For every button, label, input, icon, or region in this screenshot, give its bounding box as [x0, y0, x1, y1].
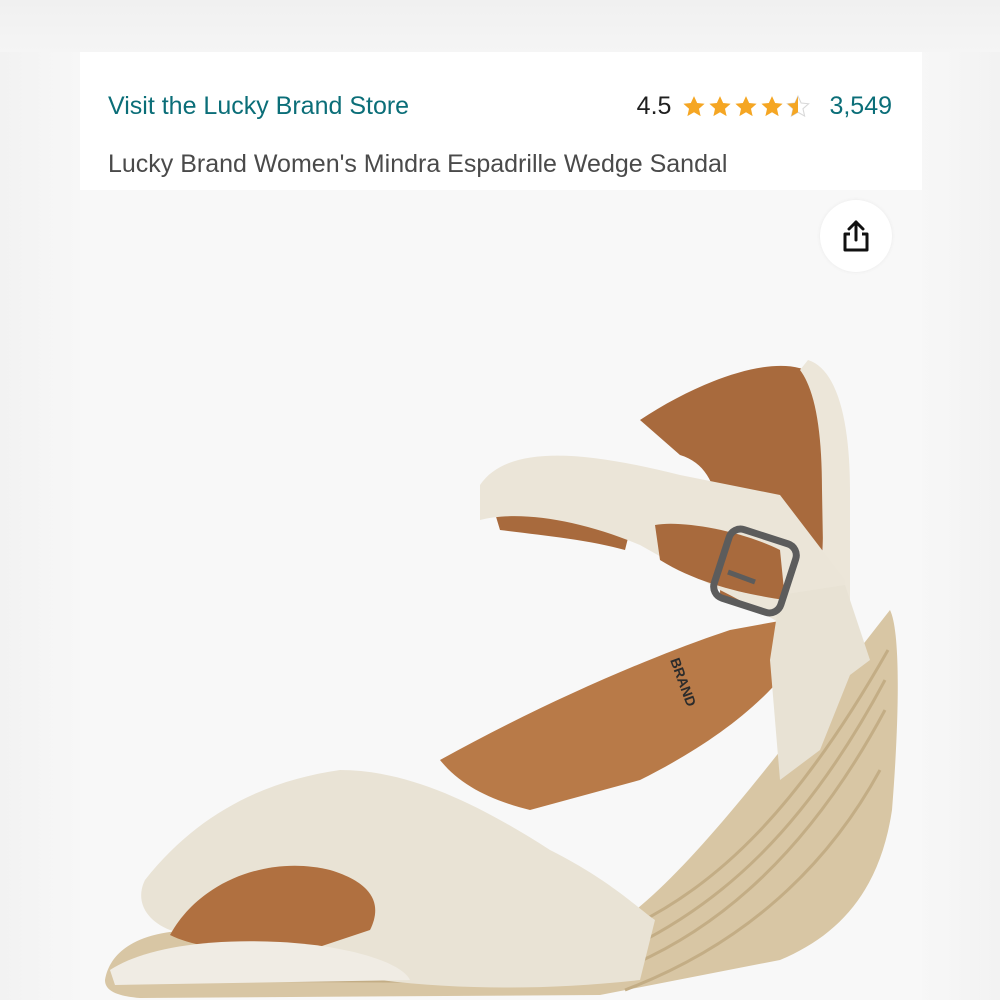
product-card: Visit the Lucky Brand Store 4.5 3,549 Lu…: [80, 52, 922, 1000]
review-count-link[interactable]: 3,549: [829, 92, 892, 121]
star-rating: [681, 94, 811, 120]
star-icon: [709, 95, 732, 116]
share-button[interactable]: [820, 200, 892, 272]
star-icon: [735, 95, 758, 116]
background-top: [0, 0, 1000, 52]
half-star-icon: [786, 94, 811, 117]
rating-summary[interactable]: 4.5 3,549: [637, 92, 892, 121]
product-header: Visit the Lucky Brand Store 4.5 3,549 Lu…: [80, 52, 922, 190]
star-icon: [683, 95, 706, 116]
store-link[interactable]: Visit the Lucky Brand Store: [108, 92, 409, 121]
product-title: Lucky Brand Women's Mindra Espadrille We…: [108, 150, 728, 178]
rating-value: 4.5: [636, 92, 672, 120]
sandal-image: BRAND: [105, 360, 898, 998]
star-icon: [761, 95, 784, 116]
share-icon: [843, 220, 869, 252]
